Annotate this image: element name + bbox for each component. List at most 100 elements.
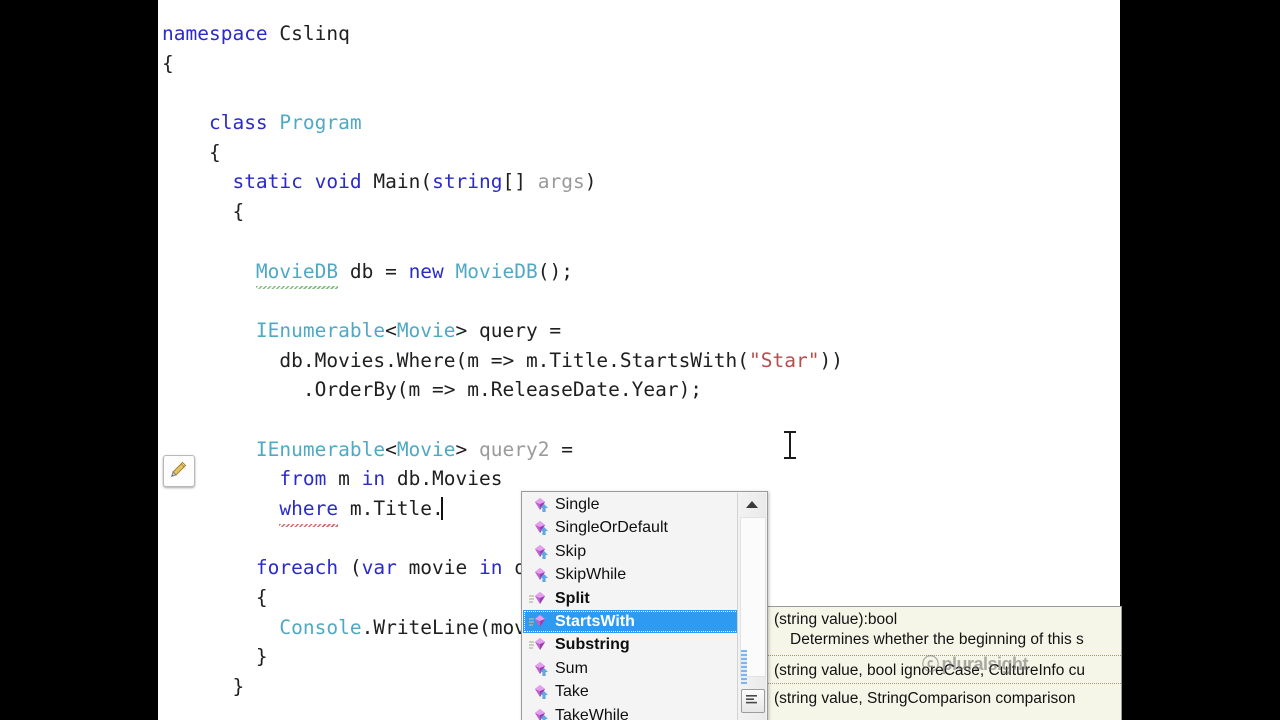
code-line: namespace Cslinq (160, 19, 1120, 49)
code-token: void (314, 170, 362, 194)
smart-tag-button[interactable] (163, 455, 195, 487)
code-token: IEnumerable (255, 437, 386, 461)
code-token: where (279, 494, 338, 527)
mouse-cursor-ibeam (784, 431, 796, 459)
code-token: db = (338, 259, 409, 283)
overload-signature-0: (string value):bool (774, 611, 898, 628)
pencil-icon (164, 460, 194, 480)
scrollbar-thumb[interactable] (741, 650, 747, 684)
scrollbar-track[interactable] (740, 517, 766, 684)
intellisense-item-label: Take (555, 683, 589, 701)
scroll-up-arrow-icon[interactable] (738, 493, 766, 517)
code-line: MovieDB db = new MovieDB(); (160, 257, 1120, 289)
code-line: static void Main(string[] args) (160, 167, 1120, 197)
code-token: m (326, 467, 362, 491)
intellisense-item-label: SingleOrDefault (555, 519, 668, 537)
intellisense-item[interactable]: StartsWith (523, 609, 761, 634)
intellisense-item[interactable]: TakeWhile (523, 704, 737, 720)
letterbox-left (0, 0, 158, 720)
code-token: Movie (396, 318, 456, 342)
code-token: "Star" (749, 348, 820, 372)
code-token: m.Title. (338, 497, 444, 520)
code-token: { (208, 140, 221, 164)
code-token: Movie (396, 437, 456, 461)
code-token: .OrderBy(m => m.ReleaseDate.Year); (302, 378, 703, 402)
intellisense-item-label: SkipWhile (555, 566, 627, 584)
code-line: class Program (160, 108, 1120, 138)
code-token: in (361, 467, 386, 491)
intellisense-item[interactable]: Skip (523, 540, 737, 563)
code-token: class (208, 111, 268, 135)
code-token: } (255, 645, 268, 669)
code-token: from (279, 467, 327, 491)
code-token: )) (819, 348, 843, 372)
extension-method-icon (528, 543, 550, 561)
tooltip-divider (768, 683, 1121, 684)
code-token: foreach (255, 556, 339, 580)
code-token: in (479, 556, 503, 580)
code-token: { (162, 51, 174, 75)
extension-method-icon (528, 660, 550, 678)
intellisense-item[interactable]: Split (523, 587, 737, 610)
code-token: movie (396, 556, 480, 580)
code-line: { (160, 138, 1120, 168)
extension-method-icon (528, 566, 550, 584)
code-token: ) (584, 170, 597, 194)
code-token: > query = (455, 318, 562, 342)
intellisense-tabs-button[interactable] (741, 689, 765, 713)
code-line: { (160, 49, 1120, 79)
intellisense-item-label: TakeWhile (555, 706, 629, 720)
pluralsight-watermark: ⓒ pluralsight (922, 650, 1029, 675)
code-line: .OrderBy(m => m.ReleaseDate.Year); (160, 375, 1120, 405)
intellisense-item[interactable]: SingleOrDefault (523, 516, 737, 539)
intellisense-item[interactable]: SkipWhile (523, 563, 737, 586)
intellisense-item[interactable]: Sum (523, 657, 737, 680)
code-token: db.Movies.Where(m => m.Title.StartsWith( (279, 348, 750, 372)
code-line: db.Movies.Where(m => m.Title.StartsWith(… (160, 346, 1120, 376)
code-line: IEnumerable<Movie> query = (160, 316, 1120, 346)
intellisense-item[interactable]: Single (523, 493, 737, 516)
intellisense-item[interactable]: Substring (523, 633, 737, 656)
code-token: [] (502, 170, 538, 194)
code-token: var (361, 556, 397, 580)
code-token: query2 (479, 437, 550, 461)
extension-method-icon (528, 683, 550, 701)
copyright-icon: ⓒ (922, 655, 939, 674)
letterbox-right (1120, 0, 1280, 720)
code-token: IEnumerable (255, 318, 386, 342)
intellisense-item[interactable]: Take (523, 680, 737, 703)
code-token: MovieDB (455, 259, 538, 283)
text-caret (441, 497, 444, 521)
code-token: Main( (361, 170, 433, 194)
code-token: > (455, 437, 479, 461)
intellisense-item-label: Split (555, 589, 590, 607)
code-token: < (385, 318, 397, 342)
intellisense-scrollbar[interactable] (737, 493, 766, 720)
code-token: } (232, 675, 245, 699)
intellisense-item-label: Substring (555, 636, 630, 654)
code-token: args (537, 170, 585, 194)
code-token: string (432, 170, 503, 194)
code-token: (); (537, 259, 573, 283)
method-icon (528, 613, 550, 631)
code-token: { (255, 586, 268, 610)
code-token: Console (279, 615, 362, 639)
code-line: { (160, 197, 1120, 227)
intellisense-list[interactable]: Single SingleOrDefault Skip SkipWhile Split S… (523, 493, 761, 720)
screen-root: namespace Cslinq{ class Program { static… (0, 0, 1280, 720)
code-token: Cslinq (267, 22, 350, 45)
code-token: ( (338, 556, 362, 580)
extension-method-icon (528, 496, 550, 514)
intellisense-popup[interactable]: Single SingleOrDefault Skip SkipWhile Split S… (521, 491, 768, 720)
extension-method-icon (528, 519, 550, 537)
method-icon (528, 636, 550, 654)
code-token: MovieDB (255, 257, 339, 289)
code-token: < (385, 437, 397, 461)
overload-signature-2: (string value, StringComparison comparis… (774, 690, 1076, 707)
extension-method-icon (528, 707, 550, 720)
